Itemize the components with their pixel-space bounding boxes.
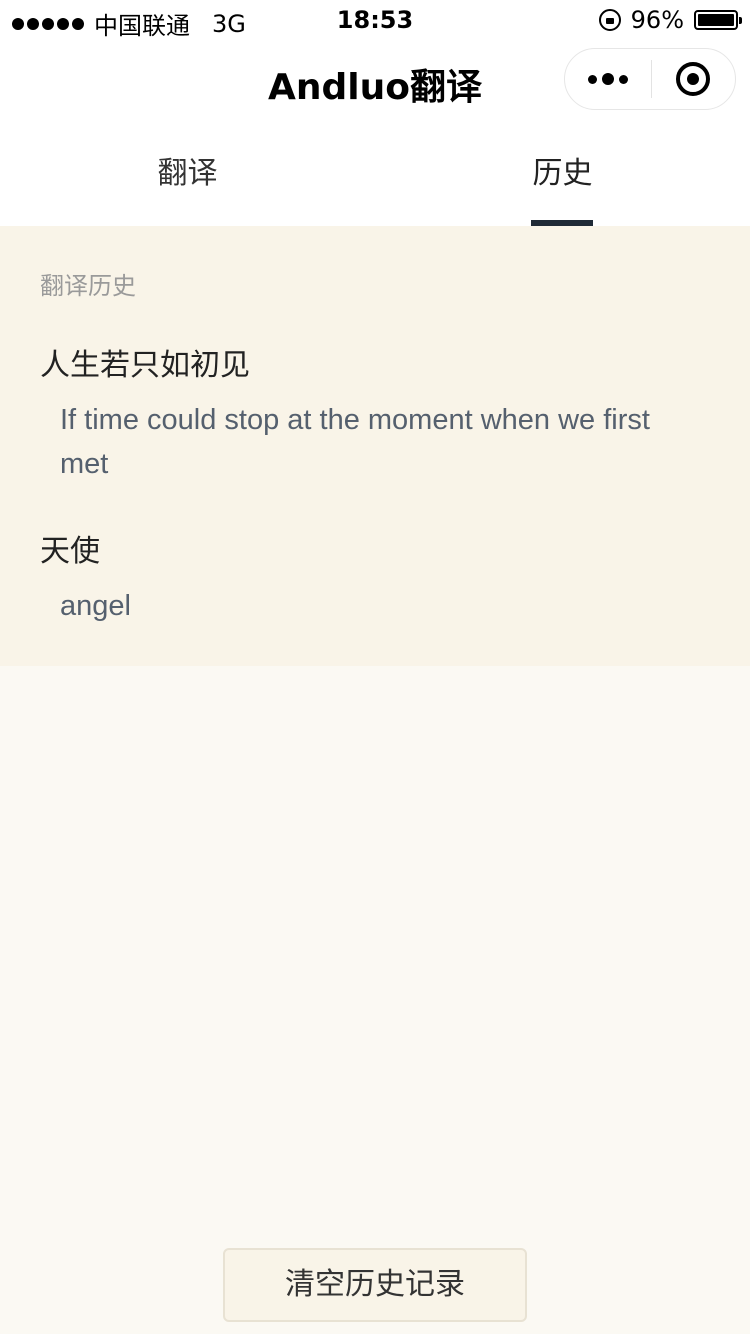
history-result-text: angel [60, 590, 131, 622]
history-result-text: If time could stop at the moment when we… [60, 404, 650, 480]
history-source-text: 人生若只如初见 [40, 348, 250, 383]
rotation-lock-icon [598, 9, 621, 31]
clear-history-button[interactable]: 清空历史记录 [223, 1248, 527, 1322]
screen: 中国联通 3G 18:53 96% Andluo翻译 翻译 历史 翻译历史 人生… [0, 0, 750, 1334]
mini-program-capsule [564, 48, 736, 110]
status-right: 96% [598, 6, 742, 34]
history-source-text: 天使 [40, 534, 100, 569]
more-dots-icon [587, 74, 597, 84]
status-bar: 中国联通 3G 18:53 96% [0, 0, 750, 40]
history-heading: 翻译历史 [40, 272, 136, 300]
more-button[interactable] [565, 48, 651, 110]
close-button[interactable] [652, 48, 736, 110]
history-panel: 翻译历史 人生若只如初见 If time could stop at the m… [0, 226, 750, 666]
battery-icon [694, 10, 742, 30]
battery-percent: 96% [630, 6, 684, 34]
tab-translate[interactable]: 翻译 [0, 128, 375, 226]
nav-bar: Andluo翻译 [0, 40, 750, 128]
close-target-icon [676, 62, 711, 96]
tab-history[interactable]: 历史 [375, 128, 750, 226]
tab-bar: 翻译 历史 [0, 128, 750, 226]
